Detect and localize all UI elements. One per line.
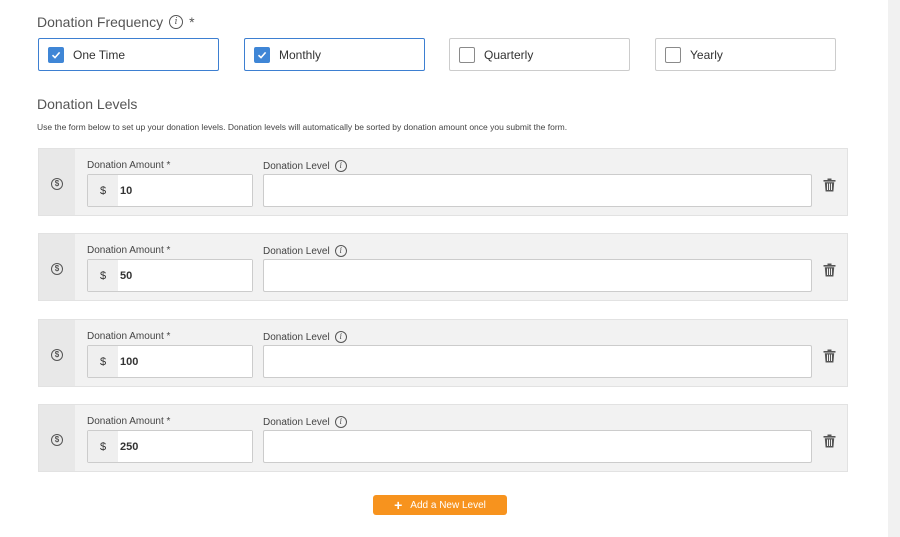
donation-level-input[interactable] — [263, 430, 812, 463]
frequency-option-monthly[interactable]: Monthly — [244, 38, 425, 71]
donation-amount-label: Donation Amount * — [87, 245, 171, 256]
donation-level-label: Donation Level i — [263, 160, 347, 172]
check-icon — [257, 51, 267, 59]
donation-level-row: $ Donation Amount * Donation Level i $ 1… — [38, 319, 848, 387]
donation-levels-help: Use the form below to set up your donati… — [37, 122, 568, 132]
donation-level-label-text: Donation Level — [263, 331, 330, 343]
currency-prefix: $ — [88, 175, 118, 206]
donation-level-input[interactable] — [263, 174, 812, 207]
trash-icon[interactable] — [823, 434, 836, 448]
currency-prefix: $ — [88, 346, 118, 377]
donation-amount-input[interactable]: $ 100 — [87, 345, 253, 378]
donation-level-label: Donation Level i — [263, 245, 347, 257]
donation-level-label-text: Donation Level — [263, 245, 330, 257]
donation-level-label-text: Donation Level — [263, 416, 330, 428]
donation-level-label-text: Donation Level — [263, 160, 330, 172]
scrollbar[interactable] — [888, 0, 900, 537]
donation-levels-title: Donation Levels — [37, 96, 138, 112]
checkbox-quarterly[interactable] — [459, 46, 475, 63]
check-icon — [51, 51, 61, 59]
frequency-option-one-time[interactable]: One Time — [38, 38, 219, 71]
dollar-circle-icon: $ — [51, 178, 63, 190]
add-new-level-label: Add a New Level — [410, 499, 486, 511]
frequency-option-yearly[interactable]: Yearly — [655, 38, 836, 71]
donation-amount-label: Donation Amount * — [87, 160, 171, 171]
donation-amount-input[interactable]: $ 10 — [87, 174, 253, 207]
info-icon[interactable]: i — [334, 160, 347, 172]
trash-icon[interactable] — [823, 349, 836, 363]
donation-frequency-label: Donation Frequency — [37, 14, 164, 30]
currency-prefix: $ — [88, 431, 118, 462]
frequency-label: Yearly — [690, 47, 723, 62]
info-icon[interactable]: i — [334, 245, 347, 257]
required-mark: * — [189, 14, 195, 30]
dollar-circle-icon: $ — [51, 434, 63, 446]
info-icon[interactable]: i — [169, 15, 184, 29]
frequency-label: Quarterly — [484, 47, 534, 62]
donation-level-label: Donation Level i — [263, 331, 347, 343]
info-icon[interactable]: i — [334, 416, 347, 428]
info-icon[interactable]: i — [334, 331, 347, 343]
donation-level-row: $ Donation Amount * Donation Level i $ 1… — [38, 148, 848, 216]
checkbox-monthly[interactable] — [254, 46, 270, 63]
donation-amount-label: Donation Amount * — [87, 331, 171, 342]
donation-level-label: Donation Level i — [263, 416, 347, 428]
currency-prefix: $ — [88, 260, 118, 291]
donation-level-row: $ Donation Amount * Donation Level i $ 5… — [38, 233, 848, 301]
add-new-level-button[interactable]: + Add a New Level — [373, 495, 507, 515]
dollar-circle-icon: $ — [51, 349, 63, 361]
donation-amount-value[interactable]: 50 — [118, 260, 252, 291]
checkbox-one-time[interactable] — [48, 46, 64, 63]
donation-amount-input[interactable]: $ 250 — [87, 430, 253, 463]
donation-amount-value[interactable]: 250 — [118, 431, 252, 462]
trash-icon[interactable] — [823, 263, 836, 277]
donation-amount-input[interactable]: $ 50 — [87, 259, 253, 292]
frequency-label: One Time — [73, 47, 126, 62]
donation-frequency-title: Donation Frequency i * — [37, 14, 195, 30]
dollar-circle-icon: $ — [51, 263, 63, 275]
donation-level-input[interactable] — [263, 345, 812, 378]
checkbox-yearly[interactable] — [665, 46, 681, 63]
frequency-label: Monthly — [279, 47, 322, 62]
donation-amount-label: Donation Amount * — [87, 416, 171, 427]
donation-level-row: $ Donation Amount * Donation Level i $ 2… — [38, 404, 848, 472]
trash-icon[interactable] — [823, 178, 836, 192]
plus-icon: + — [394, 497, 403, 513]
donation-amount-value[interactable]: 10 — [118, 175, 252, 206]
donation-level-input[interactable] — [263, 259, 812, 292]
donation-amount-value[interactable]: 100 — [118, 346, 252, 377]
frequency-option-quarterly[interactable]: Quarterly — [449, 38, 630, 71]
